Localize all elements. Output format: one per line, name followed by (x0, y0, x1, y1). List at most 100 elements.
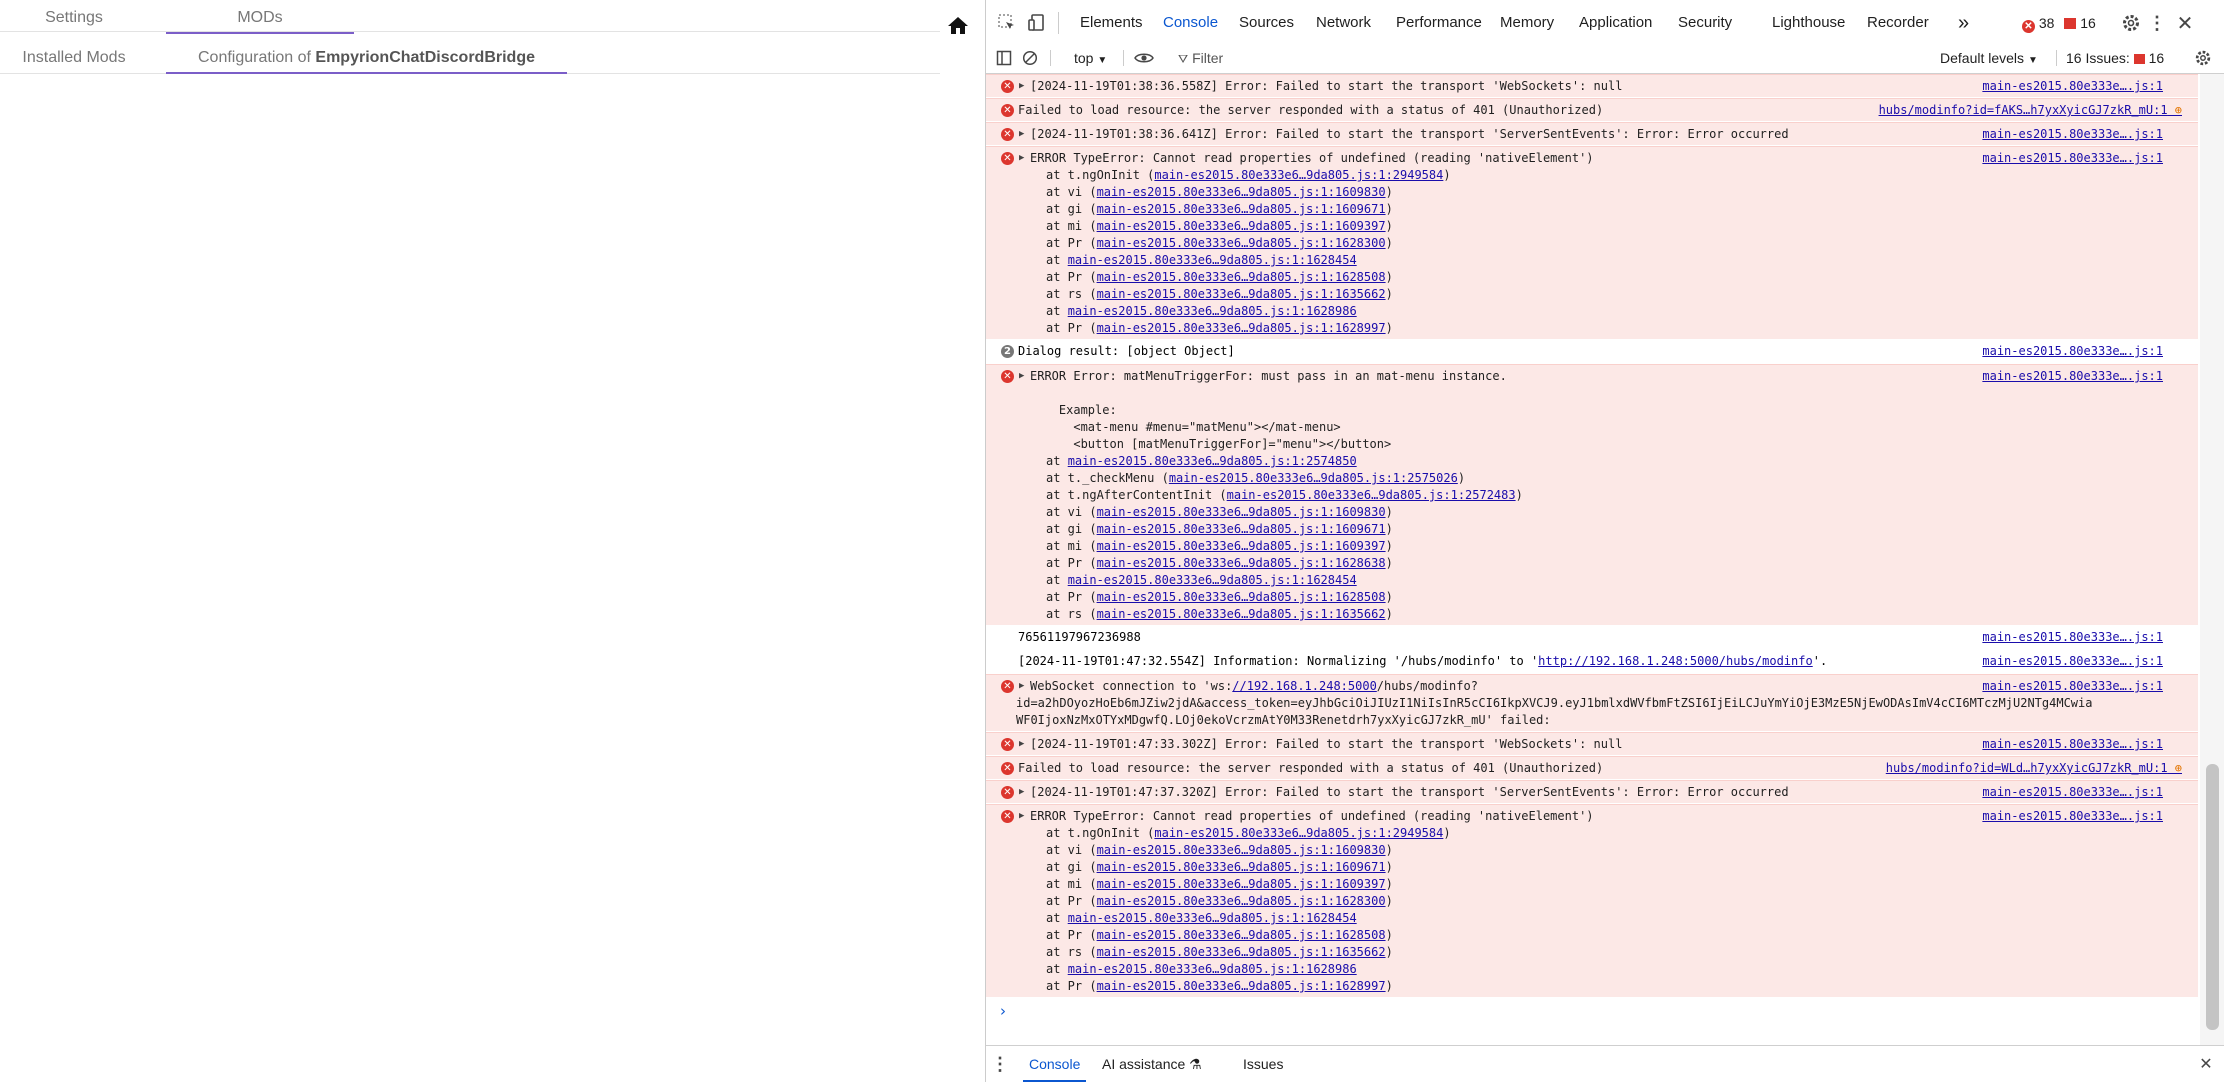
expand-triangle-icon[interactable]: ▶ (1019, 129, 1024, 139)
tab-performance[interactable]: Performance (1396, 0, 1482, 46)
stack-frame: at main-es2015.80e333e6…9da805.js:1:1628… (1046, 252, 2198, 269)
tab-recorder[interactable]: Recorder (1867, 0, 1929, 46)
stack-frame-link[interactable]: main-es2015.80e333e6…9da805.js:1:2949584 (1154, 168, 1443, 182)
expand-triangle-icon[interactable]: ▶ (1019, 81, 1024, 91)
source-link[interactable]: main-es2015.80e333e….js:1 (1982, 368, 2163, 385)
tab-console[interactable]: Console (1157, 0, 1225, 46)
error-count-badge[interactable]: ✕ 38 16 (2022, 0, 2096, 46)
tab-sources[interactable]: Sources (1239, 0, 1294, 46)
stack-frame-fn: at mi ( (1046, 539, 1097, 553)
stack-frame-link[interactable]: main-es2015.80e333e6…9da805.js:1:1628986 (1068, 304, 1357, 318)
inspect-element-icon[interactable] (996, 12, 1018, 34)
stack-frame-link[interactable]: main-es2015.80e333e6…9da805.js:1:1635662 (1097, 607, 1386, 621)
stack-frame-link[interactable]: main-es2015.80e333e6…9da805.js:1:1628300 (1097, 236, 1386, 250)
source-link[interactable]: main-es2015.80e333e….js:1 (1982, 678, 2163, 695)
stack-frame-link[interactable]: main-es2015.80e333e6…9da805.js:1:1628454 (1068, 573, 1357, 587)
stack-frame: at vi (main-es2015.80e333e6…9da805.js:1:… (1046, 504, 2198, 521)
scrollbar-thumb[interactable] (2206, 764, 2219, 1030)
tab-memory[interactable]: Memory (1500, 0, 1554, 46)
stack-frame-fn: ) (1385, 270, 1393, 284)
drawer-tab-ai-label: AI assistance (1102, 1056, 1186, 1072)
context-selector[interactable]: top ▼ (1074, 42, 1107, 74)
tab-network[interactable]: Network (1316, 0, 1371, 46)
stack-frame-link[interactable]: main-es2015.80e333e6…9da805.js:1:1635662 (1097, 945, 1386, 959)
expand-triangle-icon[interactable]: ▶ (1019, 739, 1024, 749)
more-options-icon[interactable]: ⋮ (2146, 12, 2168, 34)
expand-triangle-icon[interactable]: ▶ (1019, 787, 1024, 797)
expand-triangle-icon[interactable]: ▶ (1019, 371, 1024, 381)
expand-triangle-icon[interactable]: ▶ (1019, 681, 1024, 691)
tab-lighthouse[interactable]: Lighthouse (1772, 0, 1845, 46)
stack-frame-link[interactable]: main-es2015.80e333e6…9da805.js:1:1628508 (1097, 590, 1386, 604)
expand-triangle-icon[interactable]: ▶ (1019, 153, 1024, 163)
stack-frame-link[interactable]: main-es2015.80e333e6…9da805.js:1:1628986 (1068, 962, 1357, 976)
settings-gear-icon[interactable] (2120, 12, 2142, 34)
sidebar-toggle-icon[interactable] (994, 48, 1014, 68)
source-link[interactable]: main-es2015.80e333e….js:1 (1982, 784, 2163, 801)
stack-frame-link[interactable]: main-es2015.80e333e6…9da805.js:1:1609671 (1097, 860, 1386, 874)
tab-security[interactable]: Security (1678, 0, 1732, 46)
source-link[interactable]: main-es2015.80e333e….js:1 (1982, 653, 2163, 670)
tab-elements[interactable]: Elements (1080, 0, 1143, 46)
tab-mods[interactable]: MODs (166, 0, 354, 34)
filter-input[interactable]: ⛛ Filter (1172, 46, 1892, 70)
stack-frame-link[interactable]: main-es2015.80e333e6…9da805.js:1:1609397 (1097, 877, 1386, 891)
more-tabs-button[interactable]: » (1958, 0, 1969, 46)
stack-frame-link[interactable]: main-es2015.80e333e6…9da805.js:1:1609830 (1097, 505, 1386, 519)
stack-frame: at rs (main-es2015.80e333e6…9da805.js:1:… (1046, 606, 2198, 623)
source-link[interactable]: main-es2015.80e333e….js:1 (1982, 78, 2163, 95)
websocket-url-link[interactable]: //192.168.1.248:5000 (1232, 679, 1377, 693)
tab-settings[interactable]: Settings (0, 0, 148, 32)
stack-frame-link[interactable]: main-es2015.80e333e6…9da805.js:1:1628508 (1097, 270, 1386, 284)
close-devtools-icon[interactable]: ✕ (2174, 12, 2196, 35)
stack-frame-link[interactable]: main-es2015.80e333e6…9da805.js:1:2572483 (1227, 488, 1516, 502)
source-link[interactable]: main-es2015.80e333e….js:1 (1982, 629, 2163, 646)
source-link[interactable]: main-es2015.80e333e….js:1 (1982, 126, 2163, 143)
console-scrollbar[interactable] (2200, 74, 2224, 1055)
stack-frame-link[interactable]: main-es2015.80e333e6…9da805.js:1:1628638 (1097, 556, 1386, 570)
stack-frame: at mi (main-es2015.80e333e6…9da805.js:1:… (1046, 218, 2198, 235)
stack-frame-link[interactable]: main-es2015.80e333e6…9da805.js:1:1609671 (1097, 522, 1386, 536)
tab-mod-configuration[interactable]: Configuration of EmpyrionChatDiscordBrid… (166, 40, 567, 74)
source-link[interactable]: main-es2015.80e333e….js:1 (1982, 808, 2163, 825)
drawer-tab-console[interactable]: Console (1023, 1046, 1087, 1082)
device-toolbar-icon[interactable] (1026, 12, 1048, 34)
stack-frame-link[interactable]: main-es2015.80e333e6…9da805.js:1:2949584 (1154, 826, 1443, 840)
stack-frame-link[interactable]: main-es2015.80e333e6…9da805.js:1:1628300 (1097, 894, 1386, 908)
source-link[interactable]: main-es2015.80e333e….js:1 (1982, 150, 2163, 167)
console-prompt[interactable]: › (1000, 1002, 1006, 1020)
log-levels-dropdown[interactable]: Default levels ▼ (1940, 42, 2038, 74)
stack-frame-link[interactable]: main-es2015.80e333e6…9da805.js:1:2575026 (1169, 471, 1458, 485)
drawer-tab-ai-assistance[interactable]: AI assistance ⚗ (1102, 1046, 1202, 1082)
drawer-tab-issues[interactable]: Issues (1243, 1046, 1283, 1082)
close-drawer-icon[interactable]: ✕ (2196, 1054, 2216, 1074)
stack-frame-link[interactable]: main-es2015.80e333e6…9da805.js:1:1609397 (1097, 219, 1386, 233)
expand-triangle-icon[interactable]: ▶ (1019, 811, 1024, 821)
tab-application[interactable]: Application (1579, 0, 1652, 46)
stack-frame-link[interactable]: main-es2015.80e333e6…9da805.js:1:1628508 (1097, 928, 1386, 942)
stack-frame-link[interactable]: main-es2015.80e333e6…9da805.js:1:1628997 (1097, 979, 1386, 993)
stack-frame-link[interactable]: main-es2015.80e333e6…9da805.js:1:1628997 (1097, 321, 1386, 335)
normalized-url-link[interactable]: http://192.168.1.248:5000/hubs/modinfo (1538, 654, 1813, 668)
stack-frame-link[interactable]: main-es2015.80e333e6…9da805.js:1:1609830 (1097, 843, 1386, 857)
live-expression-eye-icon[interactable] (1132, 48, 1156, 68)
drawer-menu-icon[interactable]: ⋮ (991, 1053, 1009, 1075)
home-icon[interactable] (946, 14, 970, 38)
source-link[interactable]: main-es2015.80e333e….js:1 (1982, 736, 2163, 753)
error-icon: ✕ (1001, 762, 1014, 775)
request-source-link[interactable]: hubs/modinfo?id=WLd…h7yxXyicGJ7zkR_mU:1 … (1886, 760, 2182, 777)
clear-console-icon[interactable] (1020, 48, 1040, 68)
stack-frame-link[interactable]: main-es2015.80e333e6…9da805.js:1:1628454 (1068, 253, 1357, 267)
stack-frame-link[interactable]: main-es2015.80e333e6…9da805.js:1:2574850 (1068, 454, 1357, 468)
issues-counter[interactable]: 16 Issues: 16 (2066, 42, 2164, 74)
stack-frame-link[interactable]: main-es2015.80e333e6…9da805.js:1:1609397 (1097, 539, 1386, 553)
stack-frame-link[interactable]: main-es2015.80e333e6…9da805.js:1:1609671 (1097, 202, 1386, 216)
issues-label: 16 Issues: (2066, 50, 2130, 66)
stack-frame-link[interactable]: main-es2015.80e333e6…9da805.js:1:1635662 (1097, 287, 1386, 301)
stack-frame-link[interactable]: main-es2015.80e333e6…9da805.js:1:1609830 (1097, 185, 1386, 199)
stack-frame-link[interactable]: main-es2015.80e333e6…9da805.js:1:1628454 (1068, 911, 1357, 925)
request-source-link[interactable]: hubs/modinfo?id=fAKS…h7yxXyicGJ7zkR_mU:1… (1879, 102, 2182, 119)
source-link[interactable]: main-es2015.80e333e….js:1 (1982, 343, 2163, 360)
tab-installed-mods[interactable]: Installed Mods (0, 40, 148, 72)
console-settings-gear-icon[interactable] (2192, 48, 2214, 68)
